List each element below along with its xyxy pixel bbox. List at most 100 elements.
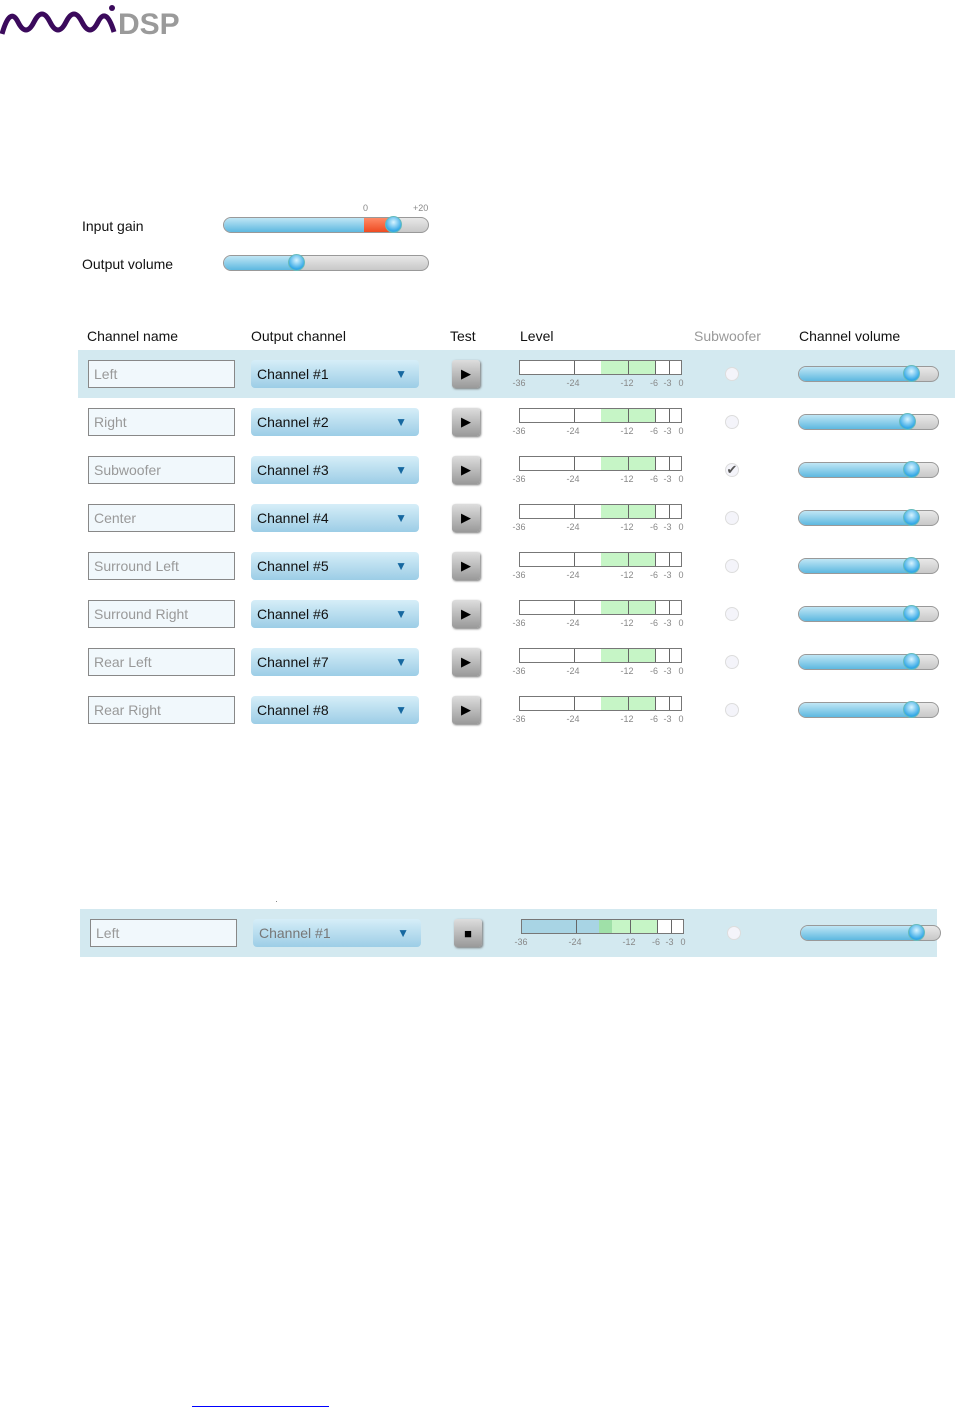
input-gain-thumb[interactable] [384,216,402,233]
channel-name-input[interactable]: Rear Right [88,696,235,724]
output-channel-value: Channel #7 [257,654,329,670]
level-meter [519,408,682,423]
header-level: Level [520,328,554,344]
level-meter [519,552,682,567]
output-channel-dropdown[interactable]: Channel #2 ▼ [251,408,419,436]
level-meter [519,360,682,375]
level-scale-label: -3 [663,666,672,676]
chevron-down-icon: ▼ [395,559,407,573]
output-channel-value: Channel #6 [257,606,329,622]
play-button[interactable]: ▶ [452,600,480,628]
play-button[interactable]: ▶ [452,504,480,532]
channel-name-input[interactable]: Rear Left [88,648,235,676]
play-button[interactable]: ▶ [452,696,480,724]
channel-volume-slider[interactable] [798,414,939,430]
play-icon: ▶ [461,606,471,621]
subwoofer-checkbox[interactable] [725,367,739,381]
level-scale-label: -24 [566,378,580,388]
level-scale-label: 0 [678,474,684,484]
level-tick [574,409,575,422]
chevron-down-icon: ▼ [395,463,407,477]
play-icon: ▶ [461,510,471,525]
chevron-down-icon: ▼ [395,415,407,429]
subwoofer-checkbox[interactable]: ✔ [725,463,739,477]
play-button[interactable]: ▶ [452,408,480,436]
level-scale-label: 0 [678,378,684,388]
level-tick [668,409,670,422]
channel-name-input[interactable]: Subwoofer [88,456,235,484]
output-channel-dropdown[interactable]: Channel #3 ▼ [251,456,419,484]
level-scale-label: -12 [620,474,634,484]
level-scale-label: 0 [678,714,684,724]
level-scale-label: -36 [512,618,526,628]
level-scale-label: -6 [649,426,659,436]
output-volume-label: Output volume [82,256,174,272]
level-scale-label: -3 [663,474,672,484]
channel-name-input[interactable]: Right [88,408,235,436]
subwoofer-checkbox[interactable] [725,655,739,669]
level-scale-label: -24 [566,426,580,436]
chevron-down-icon: ▼ [395,607,407,621]
level-tick [670,920,672,933]
channel-name-input[interactable]: Left [88,360,235,388]
play-button[interactable]: ▶ [452,552,480,580]
channel-name-input[interactable]: Center [88,504,235,532]
level-tick [574,505,575,518]
level-scale-label: -24 [566,714,580,724]
level-scale-label: -3 [663,378,672,388]
subwoofer-checkbox[interactable] [725,511,739,525]
output-channel-dropdown[interactable]: Channel #7 ▼ [251,648,419,676]
output-channel-dropdown[interactable]: Channel #8 ▼ [251,696,419,724]
play-button[interactable]: ▶ [452,360,480,388]
output-channel-dropdown[interactable]: Channel #1 ▼ [251,360,419,388]
level-tick [655,553,656,566]
level-scale-label: -3 [665,937,674,947]
subwoofer-checkbox[interactable] [727,926,741,940]
level-scale-label: -24 [566,522,580,532]
level-fill [522,920,599,933]
header-test: Test [450,328,476,344]
link-underline[interactable] [192,1406,329,1407]
subwoofer-checkbox[interactable] [725,415,739,429]
chevron-down-icon: ▼ [395,367,407,381]
level-scale-label: -36 [512,426,526,436]
channel-volume-thumb[interactable] [898,413,916,430]
level-scale-label: 0 [678,570,684,580]
channel-volume-thumb[interactable] [908,924,926,941]
level-tick [630,920,631,933]
level-scale-label: -12 [620,714,634,724]
level-scale-label: -12 [620,378,634,388]
level-meter [519,600,682,615]
level-scale-label: 0 [678,522,684,532]
output-channel-dropdown[interactable]: Channel #1 ▼ [253,919,421,947]
play-button[interactable]: ▶ [452,456,480,484]
channel-name-input[interactable]: Surround Left [88,552,235,580]
channel-name-input[interactable]: Surround Right [88,600,235,628]
level-tick [574,457,575,470]
subwoofer-checkbox[interactable] [725,703,739,717]
subwoofer-checkbox[interactable] [725,607,739,621]
level-peak [598,920,612,933]
level-scale-label: -24 [566,570,580,580]
level-scale-label: -24 [566,474,580,484]
level-tick [668,601,670,614]
output-channel-dropdown[interactable]: Channel #5 ▼ [251,552,419,580]
output-volume-slider[interactable] [223,255,429,271]
level-tick [655,505,656,518]
output-channel-dropdown[interactable]: Channel #6 ▼ [251,600,419,628]
level-scale-label: -3 [663,426,672,436]
play-icon: ▶ [461,654,471,669]
level-scale-label: -36 [512,666,526,676]
input-gain-label: Input gain [82,218,144,234]
header-channel-name: Channel name [87,328,179,344]
level-tick [574,601,575,614]
output-channel-dropdown[interactable]: Channel #4 ▼ [251,504,419,532]
level-tick [628,409,629,422]
level-tick [574,361,575,374]
channel-name-input[interactable]: Left [90,919,237,947]
stop-button[interactable]: ■ [454,919,482,947]
level-scale-label: -3 [663,522,672,532]
play-button[interactable]: ▶ [452,648,480,676]
stop-icon: ■ [464,925,472,941]
subwoofer-checkbox[interactable] [725,559,739,573]
